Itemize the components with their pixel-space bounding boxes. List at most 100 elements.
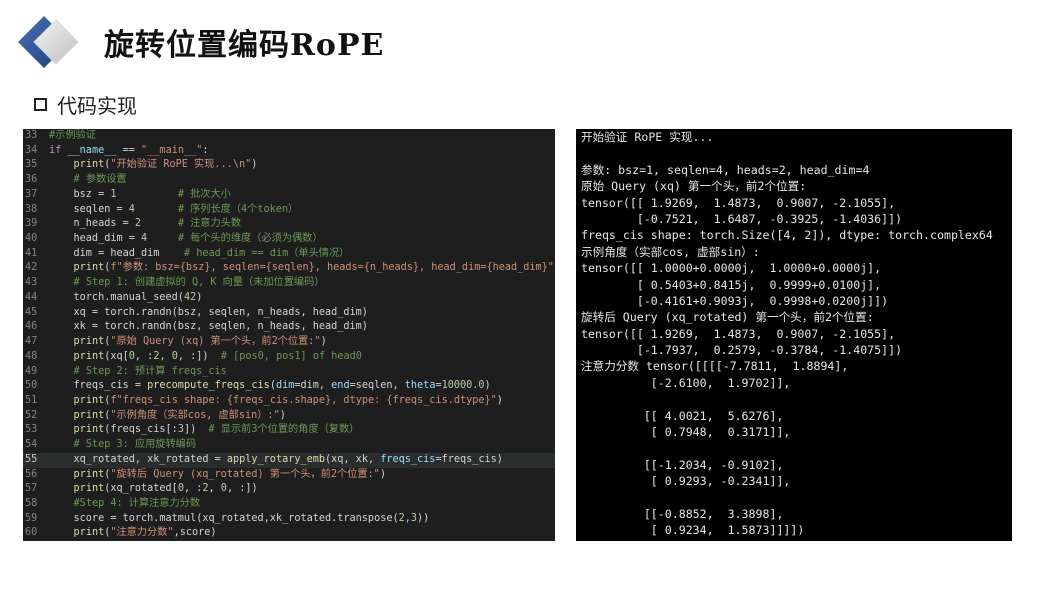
terminal-line: 原始 Query (xq) 第一个头，前2个位置: — [581, 179, 807, 194]
line-number: 53 — [25, 424, 38, 436]
code-line[interactable]: 52 print("示例角度（实部cos, 虚部sin）:") — [23, 409, 555, 424]
line-number: 52 — [25, 409, 38, 421]
terminal-line: 注意力分数 tensor([[[[-7.7811, 1.8894], — [581, 359, 849, 374]
code-line[interactable]: 42 print(f"参数: bsz={bsz}, seqlen={seqlen… — [23, 261, 555, 276]
code-text: torch.manual_seed(42) — [49, 291, 203, 303]
code-line[interactable]: 35 print("开始验证 RoPE 实现...\n") — [23, 158, 555, 173]
code-line[interactable]: 40 head_dim = 4 # 每个头的维度（必须为偶数） — [23, 232, 555, 247]
code-text: xq = torch.randn(bsz, seqlen, n_heads, h… — [49, 306, 368, 318]
code-text: print("注意力分数",score) — [73, 527, 217, 539]
code-editor[interactable]: 33 #示例验证 34 if __name__ == "__main__": 35 pr… — [23, 129, 555, 541]
code-text: seqlen = 4 # 序列长度（4个token） — [49, 203, 299, 215]
code-line[interactable]: 60 print("注意力分数",score) — [23, 526, 555, 541]
code-line[interactable]: 53 print(freqs_cis[:3]) # 显示前3个位置的角度（复数） — [23, 423, 555, 438]
code-line[interactable]: 34 if __name__ == "__main__": — [23, 144, 555, 159]
code-text: print(f"参数: bsz={bsz}, seqlen={seqlen}, … — [73, 262, 555, 274]
code-line[interactable]: 41 dim = head_dim # head_dim == dim（单头情况… — [23, 247, 555, 262]
code-text: head_dim = 4 # 每个头的维度（必须为偶数） — [49, 233, 323, 245]
code-text: dim = head_dim # head_dim == dim（单头情况） — [49, 247, 350, 259]
code-text: score = torch.matmul(xq_rotated,xk_rotat… — [49, 512, 430, 524]
code-text: print(xq_rotated[0, :2, 0, :]) — [73, 483, 258, 495]
code-text: freqs_cis = precompute_freqs_cis(dim=dim… — [49, 380, 491, 392]
terminal-line: [-1.7937, 0.2579, -0.3784, -1.4075]]) — [581, 343, 903, 358]
line-number: 46 — [25, 321, 38, 333]
code-text: print("旋转后 Query (xq_rotated) 第一个头，前2个位置… — [73, 468, 386, 480]
line-number: 51 — [25, 394, 38, 406]
code-text: n_heads = 2 # 注意力头数 — [49, 218, 242, 230]
section-label: 代码实现 — [57, 94, 137, 118]
code-line[interactable]: 45 xq = torch.randn(bsz, seqlen, n_heads… — [23, 306, 555, 321]
terminal-output[interactable]: 开始验证 RoPE 实现... 参数: bsz=1, seqlen=4, head… — [576, 129, 1012, 541]
code-line[interactable]: 39 n_heads = 2 # 注意力头数 — [23, 217, 555, 232]
line-number: 36 — [25, 174, 38, 186]
terminal-line: 示例角度（实部cos, 虚部sin）: — [581, 244, 760, 259]
line-number: 39 — [25, 218, 38, 230]
page-title: 旋转位置编码RoPE — [104, 28, 385, 63]
line-number: 56 — [25, 468, 38, 480]
code-text: # Step 2: 预计算 freqs_cis — [73, 365, 227, 377]
line-number: 58 — [25, 497, 38, 509]
code-line[interactable]: 36 # 参数设置 — [23, 173, 555, 188]
terminal-line: tensor([[ 1.0000+0.0000j, 1.0000+0.0000j… — [581, 261, 882, 276]
code-line[interactable]: 47 print("原始 Query (xq) 第一个头，前2个位置:") — [23, 335, 555, 350]
line-number: 42 — [25, 262, 38, 274]
terminal-line: [-2.6100, 1.9702]], — [581, 375, 791, 390]
line-number: 60 — [25, 527, 38, 539]
code-line[interactable]: 33 #示例验证 — [23, 129, 555, 144]
code-line[interactable]: 48 print(xq[0, :2, 0, :]) # [pos0, pos1]… — [23, 350, 555, 365]
code-line[interactable]: 44 torch.manual_seed(42) — [23, 291, 555, 306]
line-number: 34 — [25, 144, 38, 156]
code-line[interactable]: 57 print(xq_rotated[0, :2, 0, :]) — [23, 482, 555, 497]
line-number: 35 — [25, 159, 38, 171]
code-line[interactable]: 51 print(f"freqs_cis shape: {freqs_cis.s… — [23, 394, 555, 409]
terminal-line: 开始验证 RoPE 实现... — [581, 130, 714, 144]
code-line[interactable]: 56 print("旋转后 Query (xq_rotated) 第一个头，前2… — [23, 468, 555, 483]
line-number: 43 — [25, 277, 38, 289]
code-text: print(f"freqs_cis shape: {freqs_cis.shap… — [73, 394, 503, 406]
code-text: #Step 4: 计算注意力分数 — [73, 497, 201, 509]
terminal-line: [-0.7521, 1.6487, -0.3925, -1.4036]]) — [581, 211, 903, 226]
code-line[interactable]: 59 score = torch.matmul(xq_rotated,xk_ro… — [23, 512, 555, 527]
terminal-line: [[-1.2034, -0.9102], — [581, 457, 784, 472]
code-line[interactable]: 58 #Step 4: 计算注意力分数 — [23, 497, 555, 512]
terminal-line: [ 0.5403+0.8415j, 0.9999+0.0100j], — [581, 277, 882, 292]
square-bullet-icon — [34, 98, 47, 111]
code-text: print("示例角度（实部cos, 虚部sin）:") — [73, 409, 286, 421]
code-text: xk = torch.randn(bsz, seqlen, n_heads, h… — [49, 321, 368, 333]
line-number: 40 — [25, 233, 38, 245]
code-text: if __name__ == "__main__": — [49, 144, 209, 156]
code-line[interactable]: 38 seqlen = 4 # 序列长度（4个token） — [23, 203, 555, 218]
code-line[interactable]: 46 xk = torch.randn(bsz, seqlen, n_heads… — [23, 320, 555, 335]
code-line[interactable]: 43 # Step 1: 创建虚拟的 Q, K 向量（未加位置编码） — [23, 276, 555, 291]
code-text: # Step 1: 创建虚拟的 Q, K 向量（未加位置编码） — [73, 277, 325, 289]
line-number: 59 — [25, 512, 38, 524]
code-line[interactable]: 37 bsz = 1 # 批次大小 — [23, 188, 555, 203]
section-heading: 代码实现 — [34, 90, 137, 119]
line-number: 55 — [25, 453, 38, 465]
title-logo — [14, 12, 84, 72]
code-text: print("原始 Query (xq) 第一个头，前2个位置:") — [73, 336, 327, 348]
code-text: #示例验证 — [49, 130, 96, 141]
code-line[interactable]: 50 freqs_cis = precompute_freqs_cis(dim=… — [23, 379, 555, 394]
code-text: # Step 3: 应用旋转编码 — [73, 439, 197, 451]
terminal-line: [ 0.9234, 1.5873]]]]) — [581, 523, 805, 538]
terminal-line: tensor([[ 1.9269, 1.4873, 0.9007, -2.105… — [581, 195, 896, 210]
terminal-line: freqs_cis shape: torch.Size([4, 2]), dty… — [581, 228, 993, 243]
diamond-logo-icon — [18, 16, 79, 68]
code-text: bsz = 1 # 批次大小 — [49, 188, 231, 200]
line-number: 57 — [25, 483, 38, 495]
terminal-line: [ 0.9293, -0.2341]], — [581, 474, 791, 489]
terminal-line: [[ 4.0021, 5.6276], — [581, 408, 784, 423]
code-text: print(freqs_cis[:3]) # 显示前3个位置的角度（复数） — [73, 424, 360, 436]
terminal-line: 旋转后 Query (xq_rotated) 第一个头，前2个位置: — [581, 310, 874, 325]
code-line[interactable]: 55 xq_rotated, xk_rotated = apply_rotary… — [23, 452, 555, 468]
code-line[interactable]: 54 # Step 3: 应用旋转编码 — [23, 438, 555, 453]
line-number: 50 — [25, 380, 38, 392]
code-text: xq_rotated, xk_rotated = apply_rotary_em… — [49, 453, 503, 465]
code-line[interactable]: 49 # Step 2: 预计算 freqs_cis — [23, 365, 555, 380]
terminal-line: [-0.4161+0.9093j, 0.9998+0.0200j]]) — [581, 293, 889, 308]
code-text: print("开始验证 RoPE 实现...\n") — [73, 159, 258, 171]
